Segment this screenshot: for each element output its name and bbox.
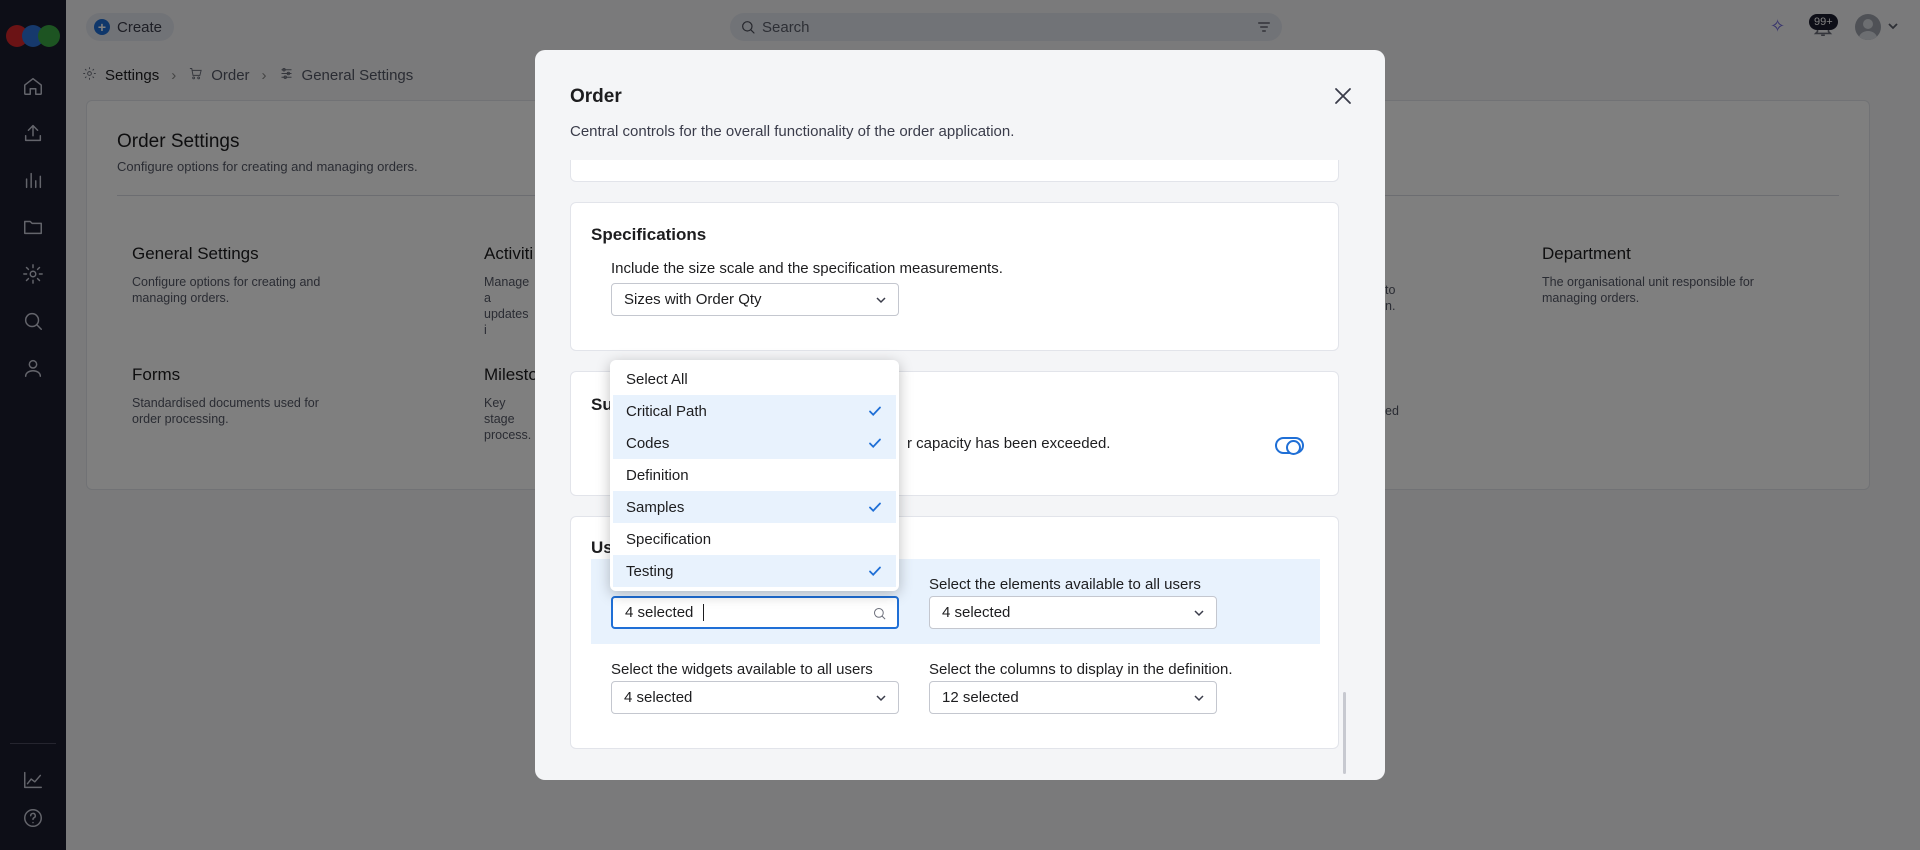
select-value: 12 selected [942, 689, 1019, 706]
field-label: Select the widgets available to all user… [611, 661, 873, 678]
field-label: Select the columns to display in the def… [929, 661, 1233, 678]
option-critical-path[interactable]: Critical Path [613, 395, 896, 427]
text-cursor [703, 604, 705, 621]
specifications-select[interactable]: Sizes with Order Qty [611, 283, 899, 316]
select-value: Sizes with Order Qty [624, 291, 762, 308]
section-specifications: Specifications Include the size scale an… [570, 202, 1339, 351]
option-label: Critical Path [626, 402, 707, 420]
close-icon[interactable] [1331, 84, 1355, 108]
widgets-select[interactable]: 4 selected [611, 681, 899, 714]
field-label: Select the elements available to all use… [929, 576, 1201, 593]
option-label: Testing [626, 562, 674, 580]
option-label: Select All [626, 370, 688, 388]
option-label: Definition [626, 466, 689, 484]
modal-description: Central controls for the overall functio… [570, 123, 1015, 140]
option-label: Codes [626, 434, 670, 452]
option-codes[interactable]: Codes [613, 427, 896, 459]
elements-select[interactable]: 4 selected [929, 596, 1217, 629]
chevron-down-icon [1194, 695, 1204, 702]
field-label: Include the size scale and the specifica… [611, 260, 1003, 277]
section-previous [570, 160, 1339, 182]
check-icon [869, 502, 881, 512]
option-label: Specification [626, 530, 712, 548]
option-select-all[interactable]: Select All [613, 363, 896, 395]
check-icon [869, 566, 881, 576]
option-samples[interactable]: Samples [613, 491, 896, 523]
section-title: Specifications [591, 225, 707, 244]
multiselect-dropdown: Select All Critical Path Codes Definitio… [610, 360, 899, 591]
option-label: Samples [626, 498, 685, 516]
columns-select[interactable]: 12 selected [929, 681, 1217, 714]
select-value: 4 selected [942, 604, 1011, 621]
select-value: 4 selected [625, 604, 694, 621]
check-icon [869, 406, 881, 416]
chevron-down-icon [876, 695, 886, 702]
select-value: 4 selected [624, 689, 693, 706]
modal-title: Order [570, 86, 622, 107]
option-specification[interactable]: Specification [613, 523, 896, 555]
chevron-down-icon [876, 297, 886, 304]
option-testing[interactable]: Testing [613, 555, 896, 587]
search-icon [874, 608, 886, 620]
option-definition[interactable]: Definition [613, 459, 896, 491]
modal-scrollbar[interactable] [1343, 692, 1346, 774]
check-icon [869, 438, 881, 448]
field-label: r capacity has been exceeded. [907, 435, 1111, 452]
chevron-down-icon [1194, 610, 1204, 617]
users-multiselect-active[interactable]: 4 selected [611, 596, 899, 629]
capacity-toggle[interactable] [1275, 437, 1304, 455]
